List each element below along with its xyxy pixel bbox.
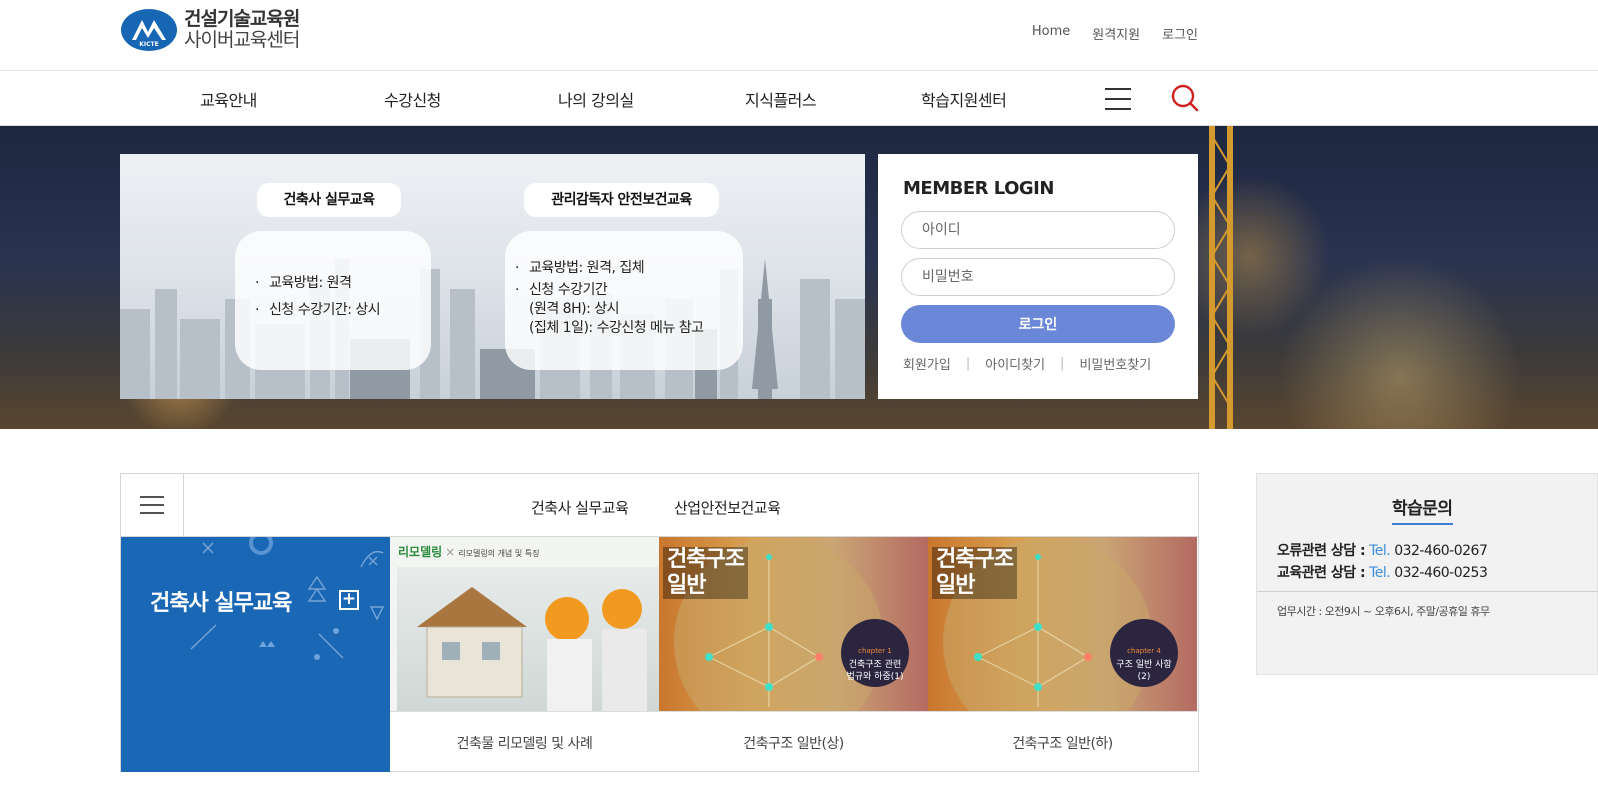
thumb-heading: 리모델링 × 리모델링의 개념 및 특징 <box>398 545 540 559</box>
card1-details: 교육방법: 원격 신청 수강기간: 상시 <box>235 231 431 370</box>
course-tabs-bar: 건축사 실무교육 산업안전보건교육 <box>121 474 1198 537</box>
player-controls <box>390 711 659 721</box>
nav-item-learning-support[interactable]: 학습지원센터 <box>921 87 1007 111</box>
signup-link[interactable]: 회원가입 <box>903 354 951 373</box>
main-nav: 교육안내 수강신청 나의 강의실 지식플러스 학습지원센터 <box>0 71 1598 126</box>
nav-item-knowledge-plus[interactable]: 지식플러스 <box>745 87 817 111</box>
course-info-banner: 건축사 실무교육 교육방법: 원격 신청 수강기간: 상시 관리감독자 안전보건… <box>120 154 865 399</box>
tab-architect-training[interactable]: 건축사 실무교육 <box>531 497 629 518</box>
learning-inquiry-panel: 학습문의 오류관련 상담 : Tel. 032-460-0267 교육관련 상담… <box>1256 473 1598 675</box>
card2-subline: (집체 1일): 수강신청 메뉴 참고 <box>529 320 704 336</box>
find-id-link[interactable]: 아이디찾기 <box>985 354 1045 373</box>
tab-industrial-safety[interactable]: 산업안전보건교육 <box>674 497 781 518</box>
nav-item-my-classroom[interactable]: 나의 강의실 <box>558 87 634 111</box>
thumb-heading: 건축구조 일반 <box>663 547 748 599</box>
course-title[interactable]: 건축물 리모델링 및 사례 <box>390 733 659 753</box>
top-header: KICTE 건설기술교육원 사이버교육센터 Home 원격지원 로그인 <box>0 0 1598 71</box>
hamburger-menu-icon[interactable] <box>1105 88 1131 110</box>
course-card-structure-1[interactable]: 건축구조 일반 chapter 1 건축구조 관련 법규와 하중(1) 건축구조… <box>659 537 928 772</box>
crane-graphic <box>1209 126 1233 429</box>
card2-subline: (원격 8H): 상시 <box>529 301 620 317</box>
decorative-pattern-icon <box>190 537 385 660</box>
svg-text:KICTE: KICTE <box>139 41 158 48</box>
kicte-emblem-icon: KICTE <box>121 9 177 51</box>
course-card-structure-2[interactable]: 건축구조 일반 chapter 4 구조 일반 사항 (2) 건축구조 일반(하… <box>928 537 1198 772</box>
login-title: MEMBER LOGIN <box>903 178 1054 199</box>
course-thumbnail: 리모델링 × 리모델링의 개념 및 특징 <box>390 537 659 721</box>
remodeling-image <box>397 567 659 712</box>
password-input[interactable] <box>901 258 1175 296</box>
nav-item-enroll[interactable]: 수강신청 <box>384 87 441 111</box>
nav-item-edu-info[interactable]: 교육안내 <box>200 87 257 111</box>
player-controls <box>928 711 1197 721</box>
card1-line: 교육방법: 원격 <box>255 274 431 293</box>
inquiry-title: 학습문의 <box>1392 494 1453 525</box>
remote-support-link[interactable]: 원격지원 <box>1092 24 1140 43</box>
login-link[interactable]: 로그인 <box>1162 24 1198 43</box>
course-card-remodeling[interactable]: 리모델링 × 리모델링의 개념 및 특징 건축물 리모델링 및 사례 <box>390 537 659 772</box>
home-link[interactable]: Home <box>1032 24 1070 43</box>
chapter-badge: chapter 1 건축구조 관련 법규와 하중(1) <box>841 619 909 687</box>
featured-course-title: 건축사 실무교육 <box>150 591 292 616</box>
course-title[interactable]: 건축구조 일반(하) <box>928 733 1197 753</box>
link-separator: | <box>1060 356 1065 371</box>
member-login-panel: MEMBER LOGIN 로그인 회원가입 | 아이디찾기 | 비밀번호찾기 <box>878 154 1198 399</box>
card1-title: 건축사 실무교육 <box>257 183 401 217</box>
error-contact-line: 오류관련 상담 : Tel. 032-460-0267 <box>1277 543 1488 559</box>
edu-contact-line: 교육관련 상담 : Tel. 032-460-0253 <box>1277 565 1488 581</box>
link-separator: | <box>965 356 971 371</box>
divider <box>1257 591 1598 592</box>
card2-details: 교육방법: 원격, 집체 신청 수강기간 (원격 8H): 상시 (집체 1일)… <box>505 231 743 370</box>
search-icon[interactable] <box>1171 84 1199 112</box>
card2-line: 신청 수강기간 <box>515 281 743 300</box>
card2-title: 관리감독자 안전보건교육 <box>524 183 719 217</box>
card1-line: 신청 수강기간: 상시 <box>255 301 431 320</box>
thumb-heading: 건축구조 일반 <box>932 547 1017 599</box>
player-controls <box>659 711 928 721</box>
card2-line: 교육방법: 원격, 집체 <box>515 259 743 278</box>
logo-title: 건설기술교육원 <box>184 8 300 30</box>
login-links: 회원가입 | 아이디찾기 | 비밀번호찾기 <box>903 354 1151 373</box>
login-button[interactable]: 로그인 <box>901 305 1175 343</box>
city-skyline-image <box>120 259 865 399</box>
course-section: 건축사 실무교육 산업안전보건교육 건축사 실무교육 + 리모델링 × 리모델링… <box>120 473 1199 772</box>
chapter-badge: chapter 4 구조 일반 사항 (2) <box>1110 619 1178 687</box>
site-logo[interactable]: KICTE 건설기술교육원 사이버교육센터 <box>120 8 300 52</box>
course-title[interactable]: 건축구조 일반(상) <box>659 733 928 753</box>
find-password-link[interactable]: 비밀번호찾기 <box>1079 354 1151 373</box>
utility-links: Home 원격지원 로그인 <box>1032 24 1198 43</box>
course-menu-icon[interactable] <box>121 474 184 537</box>
course-thumbnail: 건축구조 일반 chapter 4 구조 일반 사항 (2) <box>928 537 1197 721</box>
plus-icon[interactable]: + <box>339 590 359 610</box>
user-id-input[interactable] <box>901 211 1175 249</box>
featured-course-card[interactable]: 건축사 실무교육 + <box>121 537 390 772</box>
logo-subtitle: 사이버교육센터 <box>184 29 300 51</box>
business-hours: 업무시간 : 오전9시 ~ 오후6시, 주말/공휴일 휴무 <box>1277 605 1490 618</box>
course-thumbnail: 건축구조 일반 chapter 1 건축구조 관련 법규와 하중(1) <box>659 537 928 721</box>
